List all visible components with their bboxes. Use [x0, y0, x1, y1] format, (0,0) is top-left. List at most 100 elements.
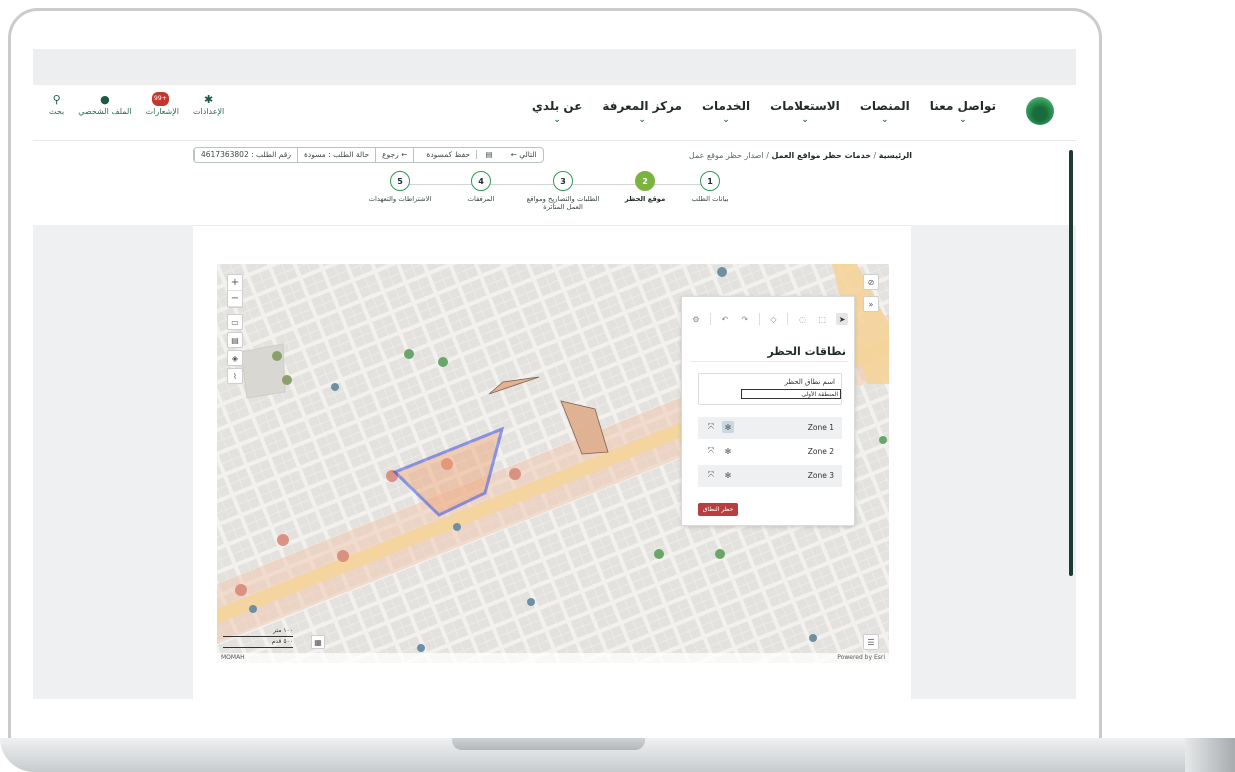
chevron-down-icon: ⌄	[722, 115, 730, 125]
zone-row-2[interactable]: Zone 2 ⤧ ✻	[698, 441, 842, 463]
zoom-to-icon[interactable]: ⤧	[706, 422, 716, 432]
map-view[interactable]: + − ▭ ▤ ◈ ⌇ ⊘ » ☰ ١٠٠ متر ٥٠٠ قدم ▦ MOMA…	[217, 264, 889, 663]
profile-button[interactable]: ● الملف الشخصي	[78, 93, 131, 116]
redo-icon: ↷	[741, 314, 749, 324]
save-label: حفظ كمسودة	[426, 150, 471, 159]
gear-icon: ⚙	[692, 314, 700, 324]
panel-divider	[690, 361, 848, 362]
breadcrumb-separator: /	[873, 151, 877, 160]
breadcrumb: الرئيسية / خدمات حظر مواقع العمل / اصدار…	[689, 151, 912, 160]
nav-label: الخدمات	[701, 99, 751, 113]
basemap-button[interactable]: ▭	[227, 314, 243, 330]
print-button[interactable]: ▤	[227, 332, 243, 348]
bell-icon: ▲+99	[152, 92, 169, 107]
step-5[interactable]: 5 الاشتراطات والتعهدات	[355, 171, 445, 203]
print-icon: ▤	[231, 335, 239, 345]
nav-about[interactable]: عن بلدي ⌄	[532, 99, 583, 125]
undo-icon: ↶	[721, 314, 729, 324]
highlight-icon[interactable]: ✻	[722, 469, 734, 481]
polygon-icon: ◇	[770, 314, 777, 324]
zone-row-3[interactable]: Zone 3 ⤧ ✻	[698, 465, 842, 487]
qr-button[interactable]: ▦	[311, 635, 325, 649]
request-status: حالة الطلب : مسودة	[296, 148, 375, 162]
compass-button[interactable]: ⊘	[863, 274, 879, 290]
panel-title: نطاقات الحظر	[767, 345, 846, 358]
lasso-button[interactable]: ◌	[796, 313, 808, 325]
qr-icon: ▦	[314, 637, 322, 647]
breadcrumb-home[interactable]: الرئيسية	[879, 151, 912, 160]
redo-button[interactable]: ↷	[739, 313, 751, 325]
nav-contact[interactable]: تواصل معنا ⌄	[930, 99, 996, 125]
screen: عن بلدي ⌄ مركز المعرفة ⌄ الخدمات ⌄ الاستعلا…	[33, 49, 1076, 699]
laptop-notch	[452, 738, 645, 750]
step-3[interactable]: 3 الطلبات والتصاريح ومواقع العمل المتأثر…	[518, 171, 608, 211]
scale-meters: ١٠٠ متر	[273, 627, 293, 634]
save-icon: ▤	[476, 150, 499, 159]
legend-button[interactable]: ☰	[863, 634, 879, 650]
layers-icon: ◈	[231, 353, 239, 363]
step-label: بيانات الطلب	[691, 195, 729, 203]
select-tool-button[interactable]: ➤	[836, 313, 848, 325]
zoom-to-icon[interactable]: ⤧	[706, 470, 716, 480]
nav-inquiries[interactable]: الاستعلامات ⌄	[770, 99, 840, 125]
zoom-to-icon[interactable]: ⤧	[706, 446, 716, 456]
tool-label: الملف الشخصي	[78, 107, 132, 116]
step-2[interactable]: 2 موقع الحظر	[600, 171, 690, 203]
rect-select-button[interactable]: ⬚	[816, 313, 828, 325]
zoom-control: + −	[227, 274, 243, 308]
toolbar-divider	[787, 313, 789, 325]
highlight-icon[interactable]: ✻	[722, 421, 734, 433]
basemap-icon: ▭	[231, 317, 239, 327]
top-strip	[33, 49, 1076, 85]
zone-name-input[interactable]	[741, 389, 841, 399]
zoom-in-button[interactable]: +	[228, 275, 242, 291]
undo-button[interactable]: ↶	[719, 313, 731, 325]
scale-line	[223, 647, 293, 648]
zone-label: Zone 3	[807, 471, 834, 480]
highlight-icon[interactable]: ✻	[722, 445, 734, 457]
nav-label: المنصات	[859, 99, 910, 113]
notifications-button[interactable]: ▲+99الإشعارات	[145, 92, 179, 116]
step-4[interactable]: 4 المرفقات	[436, 171, 526, 203]
nav-services[interactable]: الخدمات ⌄	[702, 99, 750, 125]
zone-row-1[interactable]: Zone 1 ⤧ ✻	[698, 417, 842, 439]
zoom-out-button[interactable]: −	[228, 291, 242, 307]
search-button[interactable]: ⚲ بحث	[49, 93, 64, 116]
zones-panel: ➤ ⬚ ◌ ◇ ↷ ↶ ⚙ نطاقات الحظر اسم نطاق الحظ…	[681, 296, 855, 526]
scale-bar: ١٠٠ متر ٥٠٠ قدم	[223, 627, 305, 649]
attach-button[interactable]: ⌇	[227, 368, 243, 384]
breadcrumb-section[interactable]: خدمات حظر مواقع العمل	[772, 151, 871, 160]
nav-knowledge[interactable]: مركز المعرفة ⌄	[602, 99, 682, 125]
step-number: 1	[700, 171, 720, 191]
nav-platforms[interactable]: المنصات ⌄	[860, 99, 910, 125]
drawing-toolbar: ➤ ⬚ ◌ ◇ ↷ ↶ ⚙	[690, 309, 848, 329]
expand-panel-button[interactable]: »	[863, 296, 879, 312]
back-button[interactable]: ← رجوع	[375, 148, 413, 162]
step-label: الطلبات والتصاريح ومواقع العمل المتأثرة	[526, 195, 600, 211]
page-subbar: الرئيسية / خدمات حظر مواقع العمل / اصدار…	[33, 141, 1076, 225]
zone-name-label: اسم نطاق الحظر	[784, 378, 835, 386]
tool-label: الإشعارات	[145, 107, 179, 116]
next-button[interactable]: التالي ←	[505, 148, 543, 162]
settings-tool-button[interactable]: ⚙	[690, 313, 702, 325]
page-scrollbar[interactable]	[1069, 150, 1073, 576]
balady-logo[interactable]	[1026, 97, 1054, 125]
chevron-down-icon: ⌄	[801, 115, 809, 125]
settings-button[interactable]: ✱ الإعدادات	[193, 93, 224, 116]
breadcrumb-separator: /	[766, 151, 769, 160]
zone-label: Zone 2	[807, 447, 834, 456]
nav-label: مركز المعرفة	[602, 99, 682, 113]
delete-zone-button[interactable]: حظر النطاق	[698, 503, 738, 516]
layers-button[interactable]: ◈	[227, 350, 243, 366]
zone-name-box: اسم نطاق الحظر	[698, 373, 842, 405]
site-header: عن بلدي ⌄ مركز المعرفة ⌄ الخدمات ⌄ الاستعلا…	[33, 85, 1076, 141]
stepper: 1 بيانات الطلب 2 موقع الحظر 3 الطلبات وا…	[33, 171, 1076, 221]
save-draft-button[interactable]: ▤ حفظ كمسودة	[413, 148, 504, 162]
step-label: موقع الحظر	[624, 195, 666, 203]
scale-feet: ٥٠٠ قدم	[271, 638, 293, 645]
polygon-tool-button[interactable]: ◇	[768, 313, 780, 325]
scale-line	[223, 636, 293, 637]
step-label: الاشتراطات والتعهدات	[368, 195, 432, 203]
step-number: 3	[553, 171, 573, 191]
gear-icon: ✱	[204, 93, 214, 106]
